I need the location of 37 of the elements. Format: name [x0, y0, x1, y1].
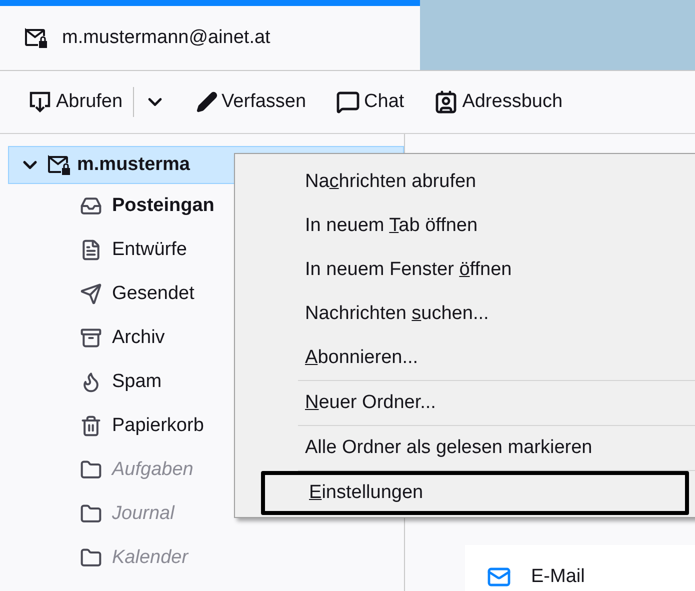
folder-name: Archiv	[112, 327, 165, 349]
folder-name: Spam	[112, 371, 162, 393]
trash-icon	[80, 415, 102, 437]
archive-icon	[80, 327, 102, 349]
chat-icon	[336, 90, 360, 114]
address-book-icon	[434, 90, 458, 114]
account-tab[interactable]: m.mustermann@ainet.at	[0, 0, 420, 70]
folder-name: Posteingan	[112, 195, 214, 217]
mail-lock-icon	[24, 27, 48, 49]
folder-icon	[80, 459, 102, 481]
mail-lock-icon	[47, 154, 71, 176]
folder-name: Entwürfe	[112, 239, 187, 261]
folder-name: Gesendet	[112, 283, 194, 305]
menu-item[interactable]: In neuem Tab öffnen	[235, 204, 695, 248]
folder-name: Journal	[112, 503, 174, 525]
download-icon	[28, 90, 52, 114]
menu-item[interactable]: Einstellungen	[261, 471, 689, 515]
folder-icon	[80, 547, 102, 569]
menu-item[interactable]: Neuer Ordner...	[235, 381, 695, 425]
address-book-button[interactable]: Adressbuch	[428, 86, 569, 118]
pencil-icon	[196, 91, 218, 113]
folder-icon	[80, 503, 102, 525]
menu-item[interactable]: In neuem Fenster öffnen	[235, 248, 695, 292]
folder-name: Kalender	[112, 547, 188, 569]
paper-plane-icon	[80, 283, 102, 305]
menu-item[interactable]: Abonnieren...	[235, 336, 695, 380]
get-messages-button[interactable]: Abrufen	[22, 86, 129, 118]
mail-icon	[487, 565, 511, 589]
chat-button[interactable]: Chat	[330, 86, 410, 118]
folder-name: Papierkorb	[112, 415, 204, 437]
document-icon	[80, 239, 102, 261]
account-name: m.musterma	[77, 154, 190, 176]
menu-item[interactable]: Nachrichten suchen...	[235, 292, 695, 336]
write-button[interactable]: Verfassen	[190, 87, 312, 117]
folder-name: Aufgaben	[112, 459, 194, 481]
inbox-icon	[80, 195, 102, 217]
menu-item[interactable]: Alle Ordner als gelesen markieren	[235, 426, 695, 470]
